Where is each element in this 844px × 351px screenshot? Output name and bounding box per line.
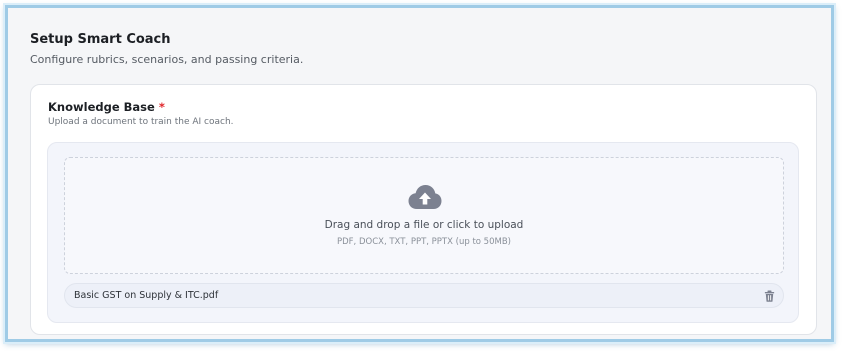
knowledge-base-title: Knowledge Base * xyxy=(48,100,165,114)
upload-hint: PDF, DOCX, TXT, PPT, PPTX (up to 50MB) xyxy=(337,237,511,247)
upload-prompt: Drag and drop a file or click to upload xyxy=(324,219,524,231)
knowledge-base-card: Knowledge Base * Upload a document to tra… xyxy=(30,84,817,335)
trash-icon[interactable] xyxy=(764,290,775,302)
required-indicator: * xyxy=(158,100,165,114)
upload-area: Drag and drop a file or click to upload … xyxy=(47,142,799,323)
page-title: Setup Smart Coach xyxy=(30,32,171,47)
cloud-upload-icon xyxy=(408,185,442,209)
page-subtitle: Configure rubrics, scenarios, and passin… xyxy=(30,53,304,66)
uploaded-file-item: Basic GST on Supply & ITC.pdf xyxy=(64,283,784,308)
file-dropzone[interactable]: Drag and drop a file or click to upload … xyxy=(64,157,784,274)
uploaded-file-name: Basic GST on Supply & ITC.pdf xyxy=(74,290,219,301)
knowledge-base-subtitle: Upload a document to train the AI coach. xyxy=(48,117,234,127)
app-window: Setup Smart Coach Configure rubrics, sce… xyxy=(5,5,834,342)
knowledge-base-title-text: Knowledge Base xyxy=(48,100,155,114)
